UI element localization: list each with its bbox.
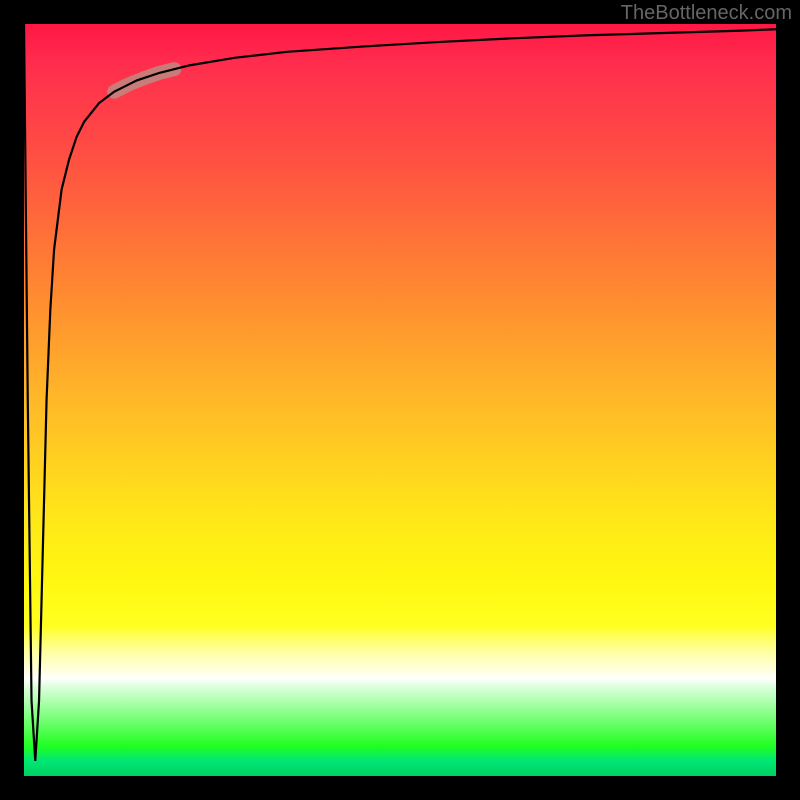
bottleneck-curve — [24, 24, 776, 761]
chart-plot-area — [24, 24, 776, 776]
watermark-text: TheBottleneck.com — [621, 2, 792, 25]
chart-svg — [24, 24, 776, 776]
